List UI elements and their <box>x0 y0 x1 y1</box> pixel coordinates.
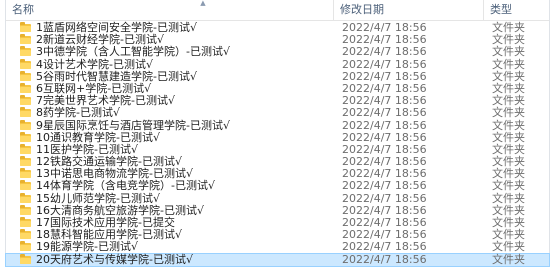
folder-name: 19能源学院-已测试√ <box>36 240 138 254</box>
folder-icon <box>20 58 31 69</box>
folder-name: 9星辰国际烹饪与酒店管理学院-已测试√ <box>36 118 230 132</box>
folder-date-modified: 2022/4/7 18:56 <box>342 94 427 108</box>
folder-type: 文件夹 <box>492 252 525 266</box>
folder-name: 10通识教育学院-已测试√ <box>36 130 160 144</box>
folder-name: 8药学院-已测试√ <box>36 106 120 120</box>
folder-date-modified: 2022/4/7 18:56 <box>342 45 427 59</box>
folder-icon <box>20 217 31 227</box>
folder-name: 20天府艺术与传媒学院-已测试√ <box>36 252 193 266</box>
folder-name: 5谷雨时代智慧建造学院-已测试√ <box>36 69 197 83</box>
folder-type: 文件夹 <box>492 240 525 254</box>
folder-icon <box>20 143 31 154</box>
folder-icon <box>20 229 31 240</box>
file-list-view: ▲ 名称 修改日期 类型 1蓝盾网络空间安全学院-已测试√ 2022/4/7 18… <box>5 0 550 267</box>
folder-date-modified: 2022/4/7 18:56 <box>342 142 427 156</box>
folder-icon <box>20 180 31 191</box>
folder-date-modified: 2022/4/7 18:56 <box>342 81 427 95</box>
folder-name: 4设计艺术学院-已测试√ <box>36 57 153 71</box>
column-header-bar: ▲ 名称 修改日期 类型 <box>6 0 549 21</box>
folder-type: 文件夹 <box>492 69 525 83</box>
folder-type: 文件夹 <box>492 191 525 205</box>
folder-date-modified: 2022/4/7 18:56 <box>342 69 427 83</box>
folder-date-modified: 2022/4/7 18:56 <box>342 179 427 193</box>
folder-icon <box>20 241 31 252</box>
folder-icon <box>20 34 31 45</box>
folder-row[interactable]: 8药学院-已测试√ 2022/4/7 18:56 文件夹 <box>6 107 549 119</box>
folder-date-modified: 2022/4/7 18:56 <box>342 155 427 169</box>
folder-icon <box>20 22 31 32</box>
folder-row[interactable]: 4设计艺术学院-已测试√ 2022/4/7 18:56 文件夹 <box>6 57 549 71</box>
folder-date-modified: 2022/4/7 18:56 <box>342 216 427 229</box>
folder-icon <box>20 82 31 93</box>
folder-type: 文件夹 <box>492 203 525 217</box>
folder-date-modified: 2022/4/7 18:56 <box>342 106 427 120</box>
folder-type: 文件夹 <box>492 106 525 120</box>
folder-row[interactable]: 3中德学院（含人工智能学院）-已测试√ 2022/4/7 18:56 文件夹 <box>6 46 549 58</box>
folder-date-modified: 2022/4/7 18:56 <box>342 252 427 266</box>
folder-date-modified: 2022/4/7 18:56 <box>342 203 427 217</box>
folder-date-modified: 2022/4/7 18:56 <box>342 130 427 144</box>
folder-type: 文件夹 <box>492 179 525 193</box>
column-header-name[interactable]: 名称 <box>6 0 333 20</box>
folder-icon <box>20 119 31 130</box>
folder-type: 文件夹 <box>492 130 525 144</box>
folder-name: 16大清商务航空旅游学院-已测试√ <box>36 203 204 217</box>
folder-date-modified: 2022/4/7 18:56 <box>342 167 427 181</box>
folder-date-modified: 2022/4/7 18:56 <box>342 57 427 71</box>
folder-icon <box>20 70 31 81</box>
folder-date-modified: 2022/4/7 18:56 <box>342 240 427 254</box>
folder-icon <box>20 107 31 118</box>
folder-list: 1蓝盾网络空间安全学院-已测试√ 2022/4/7 18:56 文件夹 2新道云财经学… <box>5 21 550 267</box>
folder-type: 文件夹 <box>492 45 525 59</box>
folder-date-modified: 2022/4/7 18:56 <box>342 33 427 47</box>
folder-icon <box>20 95 31 106</box>
folder-name: 14体育学院（含电竞学院）-已测试√ <box>36 179 215 193</box>
folder-name: 3中德学院（含人工智能学院）-已测试√ <box>36 45 230 59</box>
folder-date-modified: 2022/4/7 18:56 <box>342 118 427 132</box>
folder-date-modified: 2022/4/7 18:56 <box>342 21 427 34</box>
folder-icon <box>20 168 31 179</box>
folder-date-modified: 2022/4/7 18:56 <box>342 191 427 205</box>
folder-row[interactable]: 15幼儿师范学院-已测试√ 2022/4/7 18:56 文件夹 <box>6 191 549 205</box>
folder-type: 文件夹 <box>492 57 525 71</box>
folder-type: 文件夹 <box>492 118 525 132</box>
folder-icon <box>20 204 31 215</box>
folder-icon <box>20 192 31 203</box>
column-header-date-modified[interactable]: 修改日期 <box>333 0 483 20</box>
folder-row[interactable]: 20天府艺术与传媒学院-已测试√ 2022/4/7 18:56 文件夹 <box>5 252 550 267</box>
column-header-type[interactable]: 类型 <box>483 0 551 20</box>
folder-row[interactable]: 14体育学院（含电竞学院）-已测试√ 2022/4/7 18:56 文件夹 <box>6 180 549 192</box>
folder-icon <box>20 156 31 167</box>
folder-icon <box>20 253 31 264</box>
folder-icon <box>20 131 31 142</box>
folder-date-modified: 2022/4/7 18:56 <box>342 228 427 242</box>
folder-name: 15幼儿师范学院-已测试√ <box>36 191 160 205</box>
folder-row[interactable]: 19能源学院-已测试√ 2022/4/7 18:56 文件夹 <box>6 241 549 253</box>
folder-row[interactable]: 9星辰国际烹饪与酒店管理学院-已测试√ 2022/4/7 18:56 文件夹 <box>6 118 549 132</box>
folder-icon <box>20 46 31 57</box>
